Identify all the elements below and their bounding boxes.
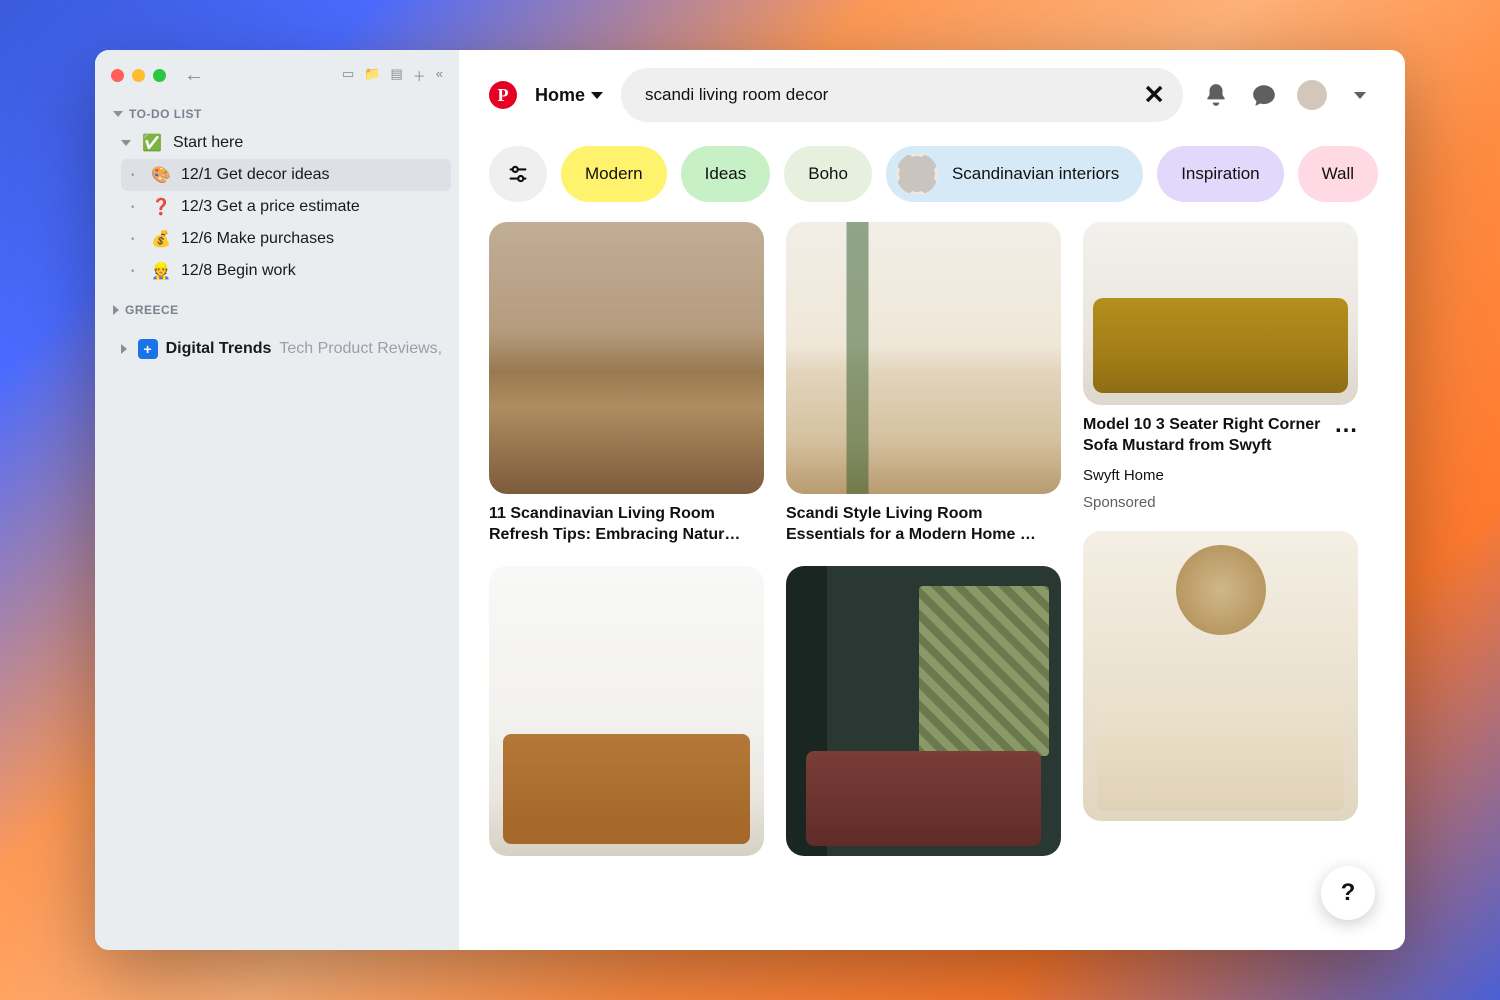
chip-label: Scandinavian interiors — [952, 164, 1119, 184]
pin-image — [786, 222, 1061, 494]
worker-icon: 👷 — [151, 261, 171, 281]
chip-row: Modern Ideas Boho Scandinavian interiors… — [459, 132, 1405, 222]
swatch-icon — [896, 153, 938, 195]
search-container: ✕ — [621, 68, 1183, 122]
titlebar: ← ▭ 📁 ▤ ＋ « — [95, 50, 459, 97]
filter-button[interactable] — [489, 146, 547, 202]
checkbox-icon: ✅ — [141, 133, 163, 153]
home-label: Home — [535, 85, 585, 106]
pin-card[interactable]: Scandi Style Living Room Essentials for … — [786, 222, 1061, 546]
pin-title: Model 10 3 Seater Right Corner Sofa Must… — [1083, 415, 1324, 457]
pin-card[interactable] — [489, 566, 764, 856]
chevron-down-icon — [591, 92, 603, 99]
todo-item-make-purchases[interactable]: • 💰 12/6 Make purchases — [121, 223, 451, 255]
pin-image — [1083, 222, 1358, 405]
pin-card[interactable]: 11 Scandinavian Living Room Refresh Tips… — [489, 222, 764, 546]
help-button[interactable]: ? — [1321, 866, 1375, 920]
chip-boho[interactable]: Boho — [784, 146, 872, 202]
item-label: Start here — [173, 134, 243, 152]
home-button[interactable]: Home — [535, 85, 603, 106]
bullet-icon: • — [131, 234, 141, 245]
pin-card-sponsored[interactable]: Model 10 3 Seater Right Corner Sofa Must… — [1083, 222, 1358, 511]
bullet-icon: • — [131, 202, 141, 213]
toolbar-card-icon[interactable]: ▭ — [342, 66, 354, 85]
item-label: 12/8 Begin work — [181, 262, 296, 280]
pinterest-logo[interactable]: P — [489, 81, 517, 109]
palette-icon: 🎨 — [151, 165, 171, 185]
chevron-down-icon — [121, 140, 131, 146]
todo-item-begin-work[interactable]: • 👷 12/8 Begin work — [121, 255, 451, 287]
main-content: P Home ✕ Modern — [459, 50, 1405, 950]
chevron-down-icon — [113, 111, 123, 117]
back-button[interactable]: ← — [184, 64, 204, 87]
pin-title: Scandi Style Living Room Essentials for … — [786, 504, 1061, 546]
filter-icon — [507, 163, 529, 185]
bullet-icon: • — [131, 266, 141, 277]
section-label: GREECE — [125, 303, 179, 317]
pin-card[interactable] — [786, 566, 1061, 856]
pin-sponsored-label: Sponsored — [1083, 494, 1358, 511]
zoom-window-button[interactable] — [153, 69, 166, 82]
dt-subtitle: Tech Product Reviews, … — [279, 340, 441, 358]
search-input[interactable] — [621, 68, 1183, 122]
chip-wall[interactable]: Wall — [1298, 146, 1378, 202]
chip-modern[interactable]: Modern — [561, 146, 667, 202]
pin-card[interactable] — [1083, 531, 1358, 821]
section-todo-list[interactable]: TO-DO LIST — [103, 101, 451, 127]
account-menu-button[interactable] — [1345, 80, 1375, 110]
question-icon: ❓ — [151, 197, 171, 217]
todo-item-decor-ideas[interactable]: • 🎨 12/1 Get decor ideas — [121, 159, 451, 191]
toolbar-collapse-icon[interactable]: « — [436, 66, 443, 85]
pin-author: Swyft Home — [1083, 467, 1358, 484]
chip-inspiration[interactable]: Inspiration — [1157, 146, 1283, 202]
messages-icon[interactable] — [1249, 80, 1279, 110]
minimize-window-button[interactable] — [132, 69, 145, 82]
item-label: 12/6 Make purchases — [181, 230, 334, 248]
chevron-right-icon — [119, 344, 130, 354]
item-label: 12/3 Get a price estimate — [181, 198, 360, 216]
main-header: P Home ✕ — [459, 50, 1405, 132]
avatar[interactable] — [1297, 80, 1327, 110]
pin-title: 11 Scandinavian Living Room Refresh Tips… — [489, 504, 764, 546]
toolbar-add-icon[interactable]: ＋ — [413, 66, 426, 85]
more-options-button[interactable]: … — [1334, 411, 1358, 439]
traffic-lights — [111, 69, 166, 82]
todo-sublist: • 🎨 12/1 Get decor ideas • ❓ 12/3 Get a … — [103, 159, 451, 287]
sidebar: ← ▭ 📁 ▤ ＋ « TO-DO LIST ✅ Start here — [95, 50, 459, 950]
section-greece[interactable]: GREECE — [103, 297, 451, 323]
chevron-down-icon — [1354, 92, 1366, 99]
plus-badge-icon: + — [138, 339, 158, 359]
chevron-right-icon — [113, 305, 119, 315]
toolbar-folder-icon[interactable]: 📁 — [364, 66, 380, 85]
bullet-icon: • — [131, 170, 141, 181]
close-window-button[interactable] — [111, 69, 124, 82]
app-window: ← ▭ 📁 ▤ ＋ « TO-DO LIST ✅ Start here — [95, 50, 1405, 950]
pin-grid: 11 Scandinavian Living Room Refresh Tips… — [459, 222, 1405, 886]
item-label: 12/1 Get decor ideas — [181, 166, 330, 184]
notifications-icon[interactable] — [1201, 80, 1231, 110]
section-label: TO-DO LIST — [129, 107, 202, 121]
pin-image — [1083, 531, 1358, 821]
dt-title: Digital Trends — [166, 340, 272, 358]
pin-image — [786, 566, 1061, 856]
chip-scandinavian-interiors[interactable]: Scandinavian interiors — [886, 146, 1143, 202]
sidebar-item-start-here[interactable]: ✅ Start here — [103, 127, 451, 159]
pin-image — [489, 566, 764, 856]
pin-image — [489, 222, 764, 494]
sidebar-item-digital-trends[interactable]: + Digital Trends Tech Product Reviews, … — [103, 333, 451, 365]
moneybag-icon: 💰 — [151, 229, 171, 249]
chip-ideas[interactable]: Ideas — [681, 146, 771, 202]
todo-item-price-estimate[interactable]: • ❓ 12/3 Get a price estimate — [121, 191, 451, 223]
clear-search-button[interactable]: ✕ — [1143, 80, 1165, 111]
toolbar-doc-icon[interactable]: ▤ — [390, 66, 402, 85]
